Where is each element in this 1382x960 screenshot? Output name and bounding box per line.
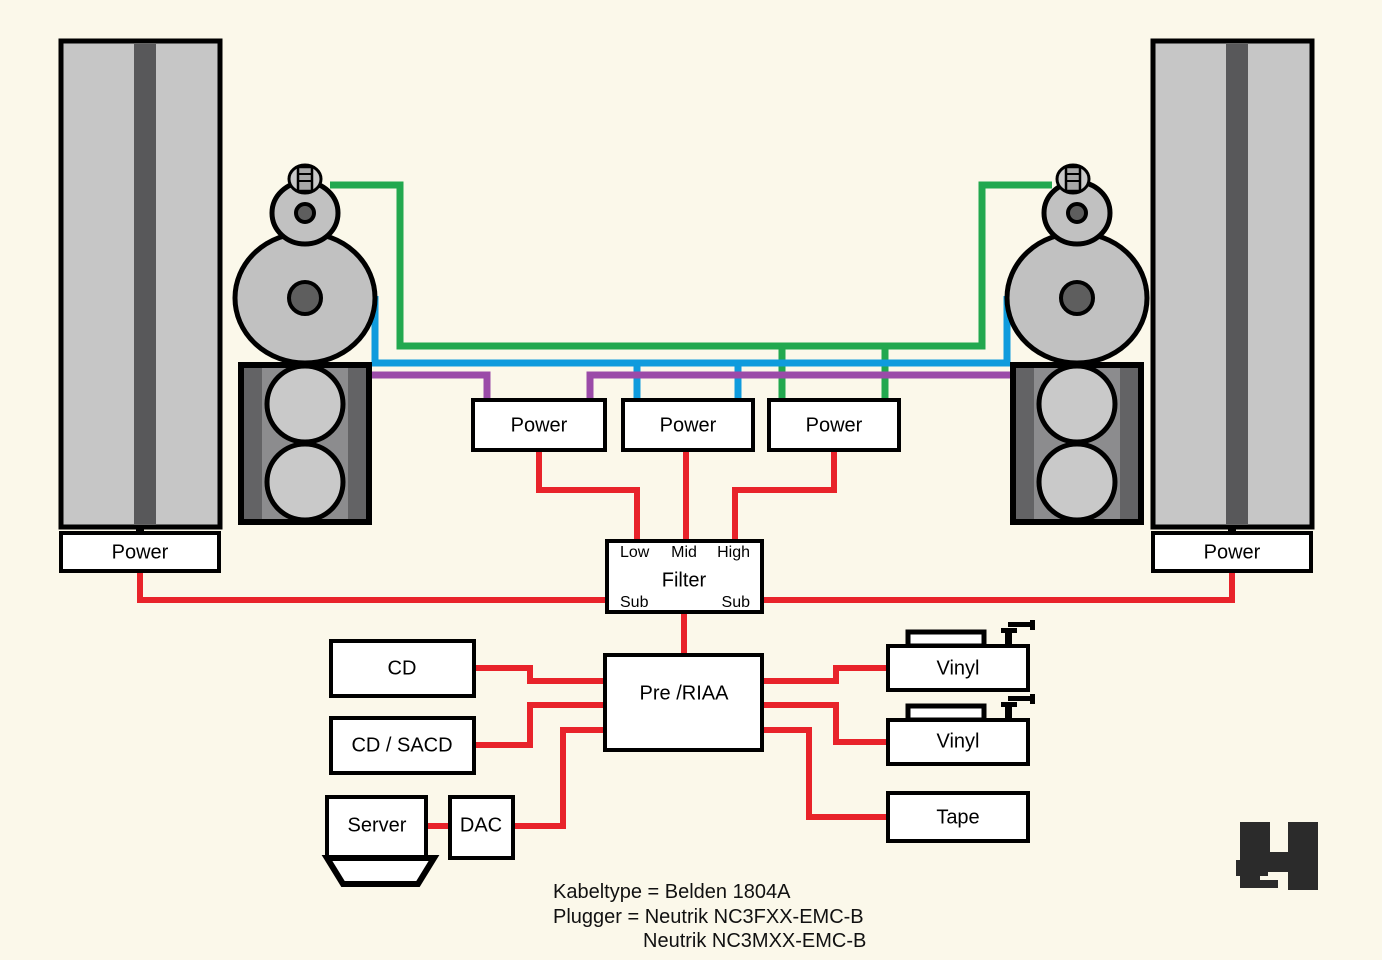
preamp-label: Pre /RIAA — [640, 682, 730, 704]
filter-output-sub-right-label: Sub — [722, 594, 751, 611]
server-stand — [321, 855, 440, 887]
source-vinyl-1-label: Vinyl — [937, 657, 980, 679]
vinyl-1-platter — [905, 629, 987, 649]
source-vinyl-1[interactable]: Vinyl — [886, 620, 1035, 692]
source-tape[interactable]: Tape — [886, 791, 1030, 843]
audio-system-diagram: Power Power Power Power Power Low Mid Hi… — [0, 0, 1382, 960]
filter-output-sub-left-label: Sub — [620, 594, 649, 611]
source-cd-sacd[interactable]: CD / SACD — [329, 716, 476, 775]
filter-output-low-label: Low — [620, 544, 650, 561]
power-amp-low[interactable]: Power — [471, 398, 607, 452]
filter-output-mid-label: Mid — [671, 544, 697, 561]
filter-title-label: Filter — [662, 569, 707, 591]
speaker-left-tower — [58, 38, 223, 530]
power-amp-left-tower[interactable]: Power — [59, 531, 221, 573]
source-vinyl-2[interactable]: Vinyl — [886, 694, 1035, 766]
source-dac[interactable]: DAC — [448, 795, 515, 860]
power-amp-mid-label: Power — [660, 414, 717, 436]
source-cd-label: CD — [388, 657, 417, 679]
power-amp-left-tower-label: Power — [112, 541, 169, 563]
active-filter-crossover[interactable]: Low Mid High Filter Sub Sub — [605, 539, 764, 614]
power-amp-low-label: Power — [511, 414, 568, 436]
note-plug-female: Plugger = Neutrik NC3FXX-EMC-B — [553, 906, 864, 928]
source-cd[interactable]: CD — [329, 639, 476, 698]
power-amp-right-tower[interactable]: Power — [1151, 531, 1313, 573]
preamp-riaa[interactable]: Pre /RIAA — [603, 653, 764, 752]
vinyl-2-platter — [905, 703, 987, 723]
source-vinyl-2-label: Vinyl — [937, 730, 980, 752]
source-cd-sacd-label: CD / SACD — [351, 734, 452, 756]
source-tape-label: Tape — [936, 806, 979, 828]
diagram-canvas: Power Power Power Power Power Low Mid Hi… — [0, 0, 1382, 960]
power-amp-high[interactable]: Power — [767, 398, 901, 452]
source-server-label: Server — [348, 814, 407, 836]
speaker-right-tower — [1150, 38, 1315, 530]
note-plug-male: Neutrik NC3MXX-EMC-B — [643, 930, 866, 952]
note-cable-type: Kabeltype = Belden 1804A — [553, 881, 791, 903]
power-amp-right-tower-label: Power — [1204, 541, 1261, 563]
power-amp-high-label: Power — [806, 414, 863, 436]
filter-output-high-label: High — [717, 544, 750, 561]
source-dac-label: DAC — [460, 814, 502, 836]
power-amp-mid[interactable]: Power — [621, 398, 755, 452]
source-server[interactable]: Server — [321, 795, 440, 887]
